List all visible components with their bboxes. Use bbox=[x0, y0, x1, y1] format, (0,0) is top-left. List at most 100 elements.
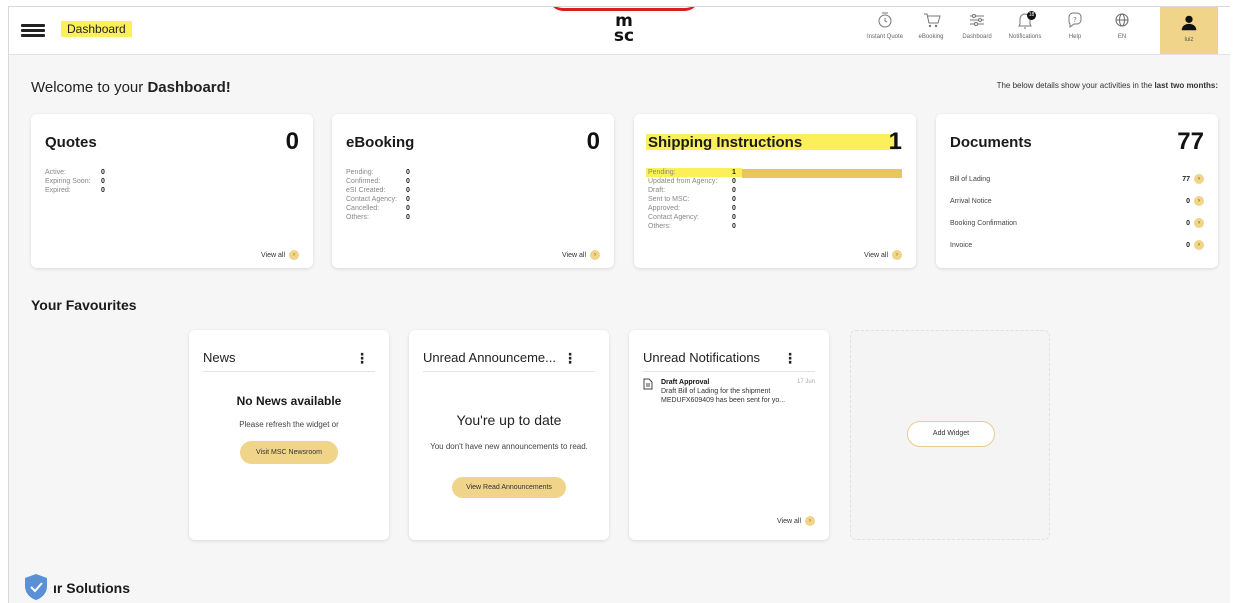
document-label: Booking Confirmation bbox=[950, 219, 1017, 227]
widget-title: Unread Announceme... bbox=[423, 350, 556, 365]
stat-label: Contact Agency: bbox=[346, 196, 397, 203]
stat-row: Approved: 0 bbox=[648, 204, 736, 213]
user-label: luiz bbox=[1184, 37, 1194, 43]
stat-label: Pending: bbox=[648, 169, 676, 176]
page-title: Dashboard bbox=[61, 21, 132, 37]
sliders-icon bbox=[970, 14, 984, 26]
shipping-instructions-card[interactable]: Shipping Instructions 1 Pending: 1 Update… bbox=[634, 114, 916, 268]
arrow-right-icon: › bbox=[289, 250, 299, 260]
notification-date: 17 Jun bbox=[796, 379, 815, 385]
document-label: Bill of Lading bbox=[950, 175, 991, 183]
stat-row: Confirmed: 0 bbox=[346, 177, 410, 186]
activity-note: The below details show your activities i… bbox=[997, 81, 1218, 90]
visit-newsroom-button[interactable]: Visit MSC Newsroom bbox=[240, 441, 338, 464]
stat-row: Sent to MSC: 0 bbox=[648, 195, 736, 204]
view-all-label: View all bbox=[261, 251, 285, 259]
kebab-menu-icon[interactable]: ⋮ bbox=[783, 350, 797, 367]
arrow-right-icon: › bbox=[805, 516, 815, 526]
nav-language[interactable]: EN bbox=[1098, 9, 1146, 40]
stat-label: Updated from Agency: bbox=[648, 178, 718, 185]
stat-label: Pending: bbox=[346, 169, 374, 176]
stat-value: 1 bbox=[732, 169, 736, 176]
stat-label: Active: bbox=[45, 169, 67, 176]
stat-label: Sent to MSC: bbox=[648, 196, 690, 203]
msc-logo[interactable]: m sc bbox=[609, 13, 639, 48]
ebooking-view-all-link[interactable]: View all › bbox=[562, 250, 600, 260]
stat-label: Cancelled: bbox=[346, 205, 380, 212]
nav-help[interactable]: ? Help bbox=[1051, 9, 1099, 40]
stat-row: Contact Agency: 0 bbox=[346, 195, 410, 204]
stat-value: 0 bbox=[406, 196, 410, 203]
top-header: Dashboard m sc Instant Quote eBooking Da… bbox=[9, 7, 1230, 55]
card-title: eBooking bbox=[346, 134, 415, 151]
stat-row: Expiring Soon: 0 bbox=[45, 177, 105, 186]
news-empty-text: Please refresh the widget or bbox=[239, 420, 339, 429]
stat-value: 0 bbox=[406, 187, 410, 194]
announcements-widget: Unread Announceme... ⋮ You're up to date … bbox=[409, 330, 609, 540]
stat-label: Approved: bbox=[648, 205, 680, 212]
nav-label: EN bbox=[1117, 34, 1127, 40]
stat-label: Others: bbox=[346, 214, 369, 221]
widget-header: Unread Notifications ⋮ bbox=[643, 350, 815, 372]
shield-icon[interactable] bbox=[23, 573, 49, 601]
pending-bar bbox=[742, 169, 902, 178]
add-widget-button[interactable]: Add Widget bbox=[907, 421, 995, 447]
ebooking-card[interactable]: eBooking 0 Pending: 0 Confirmed: 0 eSI Cre… bbox=[332, 114, 614, 268]
news-empty-heading: No News available bbox=[236, 394, 342, 408]
user-menu[interactable]: luiz bbox=[1160, 7, 1218, 54]
document-row-arrival-notice[interactable]: Arrival Notice 0 › bbox=[950, 190, 1204, 212]
stat-value: 0 bbox=[406, 214, 410, 221]
view-read-announcements-button[interactable]: View Read Announcements bbox=[452, 477, 566, 498]
stat-label: Expiring Soon: bbox=[45, 178, 91, 185]
quotes-card[interactable]: Quotes 0 Active: 0 Expiring Soon: 0 Expire… bbox=[31, 114, 313, 268]
notification-item[interactable]: Draft Approval 17 Jun Draft Bill of Ladi… bbox=[643, 378, 815, 405]
stat-label: eSI Created: bbox=[346, 187, 386, 194]
nav-label: Help bbox=[1068, 34, 1082, 40]
nav-ebooking[interactable]: eBooking bbox=[907, 9, 955, 40]
arrow-right-icon: › bbox=[1194, 174, 1204, 184]
widget-title: Unread Notifications bbox=[643, 350, 761, 365]
notifications-view-all-link[interactable]: View all › bbox=[777, 516, 815, 526]
nav-label: Notifications bbox=[1008, 34, 1042, 40]
nav-notifications[interactable]: 18 Notifications bbox=[1001, 9, 1049, 40]
stat-value: 0 bbox=[732, 196, 736, 203]
documents-list: Bill of Lading 77 › Arrival Notice 0 › Booki… bbox=[950, 168, 1204, 256]
quotes-view-all-link[interactable]: View all › bbox=[261, 250, 299, 260]
arrow-right-icon: › bbox=[1194, 196, 1204, 206]
document-row-invoice[interactable]: Invoice 0 › bbox=[950, 234, 1204, 256]
globe-icon bbox=[1115, 13, 1129, 27]
instant-quote-icon bbox=[878, 12, 892, 28]
news-widget: News ⋮ No News available Please refresh t… bbox=[189, 330, 389, 540]
stat-value: 0 bbox=[732, 187, 736, 194]
user-icon bbox=[1181, 15, 1197, 31]
nav-instant-quote[interactable]: Instant Quote bbox=[861, 9, 909, 40]
stat-label: Expired: bbox=[45, 187, 71, 194]
document-count: 0 bbox=[1186, 241, 1190, 249]
stat-value: 0 bbox=[101, 178, 105, 185]
menu-icon[interactable] bbox=[21, 24, 45, 38]
stat-label: Contact Agency: bbox=[648, 214, 699, 221]
stat-row: Expired: 0 bbox=[45, 186, 105, 195]
stat-label: Others: bbox=[648, 223, 671, 230]
kebab-menu-icon[interactable]: ⋮ bbox=[355, 350, 369, 367]
stat-value: 0 bbox=[406, 178, 410, 185]
arrow-right-icon: › bbox=[892, 250, 902, 260]
view-all-label: View all bbox=[777, 517, 801, 525]
arrow-right-icon: › bbox=[1194, 240, 1204, 250]
stat-value: 0 bbox=[101, 187, 105, 194]
activity-note-prefix: The below details show your activities i… bbox=[996, 81, 1155, 90]
stat-row: Others: 0 bbox=[346, 213, 410, 222]
stat-row: Contact Agency: 0 bbox=[648, 213, 736, 222]
notifications-widget: Unread Notifications ⋮ Draft Approval 17 … bbox=[629, 330, 829, 540]
document-row-bill-of-lading[interactable]: Bill of Lading 77 › bbox=[950, 168, 1204, 190]
documents-card[interactable]: Documents 77 Bill of Lading 77 › Arrival N… bbox=[936, 114, 1218, 268]
nav-dashboard[interactable]: Dashboard bbox=[953, 9, 1001, 40]
welcome-heading: Welcome to your Dashboard! bbox=[31, 79, 231, 96]
view-all-label: View all bbox=[864, 251, 888, 259]
document-row-booking-confirmation[interactable]: Booking Confirmation 0 › bbox=[950, 212, 1204, 234]
card-count: 0 bbox=[586, 128, 600, 155]
kebab-menu-icon[interactable]: ⋮ bbox=[563, 350, 577, 367]
notification-badge: 18 bbox=[1027, 11, 1036, 20]
shipping-view-all-link[interactable]: View all › bbox=[864, 250, 902, 260]
view-all-label: View all bbox=[562, 251, 586, 259]
